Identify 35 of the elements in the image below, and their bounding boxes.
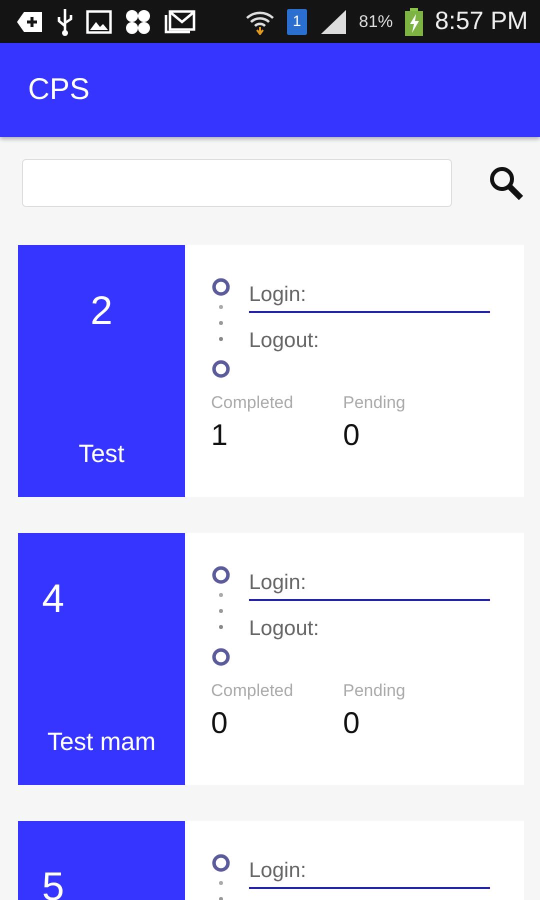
stat-value: 0	[343, 419, 361, 453]
login-label: Login:	[249, 565, 490, 601]
app-title: CPS	[28, 73, 90, 107]
logout-label: Logout:	[249, 329, 320, 353]
wifi-icon	[244, 8, 275, 34]
login-label: Login:	[249, 853, 490, 889]
clover-icon	[124, 8, 152, 34]
battery-percent: 81%	[358, 12, 393, 32]
stat-label: Completed	[211, 393, 294, 413]
card-name: Test mam	[46, 728, 157, 757]
stat-value: 0	[211, 707, 229, 741]
stat-value: 1	[211, 419, 229, 453]
timeline-icon	[211, 565, 231, 667]
user-card[interactable]: 4 Test mam Login: Logout: Completed 0 Pending 0	[18, 533, 524, 785]
card-name: Test	[78, 440, 126, 469]
logout-label: Logout:	[249, 617, 320, 641]
signal-icon	[318, 8, 347, 34]
card-number: 4	[41, 577, 66, 622]
stat-label: Completed	[211, 681, 294, 701]
stat-value: 0	[343, 707, 361, 741]
battery-icon	[404, 8, 423, 36]
clock: 8:57 PM	[434, 7, 528, 36]
user-card[interactable]: 2 Test Login: Logout: Completed 1 Pending 0	[18, 245, 524, 497]
search-icon[interactable]	[488, 165, 524, 201]
stat-label: Pending	[343, 681, 406, 701]
notification-icon	[16, 10, 44, 32]
image-icon	[86, 10, 112, 34]
card-number: 2	[89, 289, 114, 334]
timeline-icon	[211, 277, 231, 379]
usb-icon	[56, 8, 74, 36]
sim-badge: 1	[286, 8, 307, 34]
login-label: Login:	[249, 277, 490, 313]
mail-icon	[164, 10, 196, 34]
stat-label: Pending	[343, 393, 406, 413]
search-field[interactable]	[22, 159, 452, 207]
